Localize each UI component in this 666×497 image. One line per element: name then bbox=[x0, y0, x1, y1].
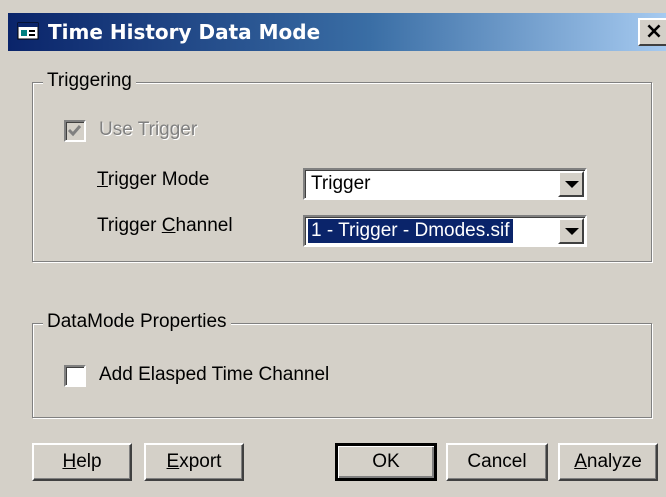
trigger-channel-label-post: hannel bbox=[175, 215, 233, 236]
chevron-down-icon bbox=[565, 228, 579, 235]
trigger-mode-label-text: rigger Mode bbox=[107, 169, 210, 190]
trigger-channel-mnemonic: C bbox=[161, 215, 176, 236]
add-elapsed-time-checkbox[interactable] bbox=[64, 365, 86, 387]
trigger-channel-label: Trigger Channel bbox=[97, 215, 233, 237]
cancel-button[interactable]: Cancel bbox=[446, 443, 548, 481]
help-mnemonic: H bbox=[62, 451, 77, 472]
trigger-mode-value: Trigger bbox=[311, 173, 371, 194]
trigger-channel-select[interactable]: 1 - Trigger - Dmodes.sif bbox=[303, 215, 587, 247]
add-elapsed-time-label: Add Elasped Time Channel bbox=[99, 364, 330, 385]
trigger-mode-mnemonic: T bbox=[97, 169, 108, 190]
analyze-label: nalyze bbox=[586, 451, 642, 472]
analyze-mnemonic: A bbox=[574, 451, 587, 472]
close-icon: × bbox=[644, 19, 664, 44]
trigger-mode-select[interactable]: Trigger bbox=[303, 168, 587, 200]
triggering-legend: Triggering bbox=[43, 70, 136, 92]
help-button[interactable]: Help bbox=[32, 443, 132, 481]
ok-label: OK bbox=[372, 451, 400, 472]
export-mnemonic: E bbox=[166, 451, 180, 472]
use-trigger-label: Use Trigger bbox=[99, 119, 198, 140]
export-label: xport bbox=[179, 451, 222, 472]
checkmark-icon bbox=[67, 125, 82, 137]
use-trigger-checkbox[interactable] bbox=[64, 120, 86, 142]
analyze-button[interactable]: Analyze bbox=[558, 443, 658, 481]
ok-button[interactable]: OK bbox=[335, 443, 437, 481]
trigger-mode-label: Trigger Mode bbox=[97, 169, 209, 191]
window-app-icon bbox=[16, 20, 42, 44]
help-label: elp bbox=[76, 451, 102, 472]
cancel-label: Cancel bbox=[467, 451, 527, 472]
dialog-window: Time History Data Mode × Triggering Use … bbox=[0, 0, 666, 497]
chevron-down-icon bbox=[565, 181, 579, 188]
close-button[interactable]: × bbox=[638, 18, 666, 46]
trigger-mode-dropdown-button[interactable] bbox=[558, 171, 584, 197]
datamode-legend: DataMode Properties bbox=[43, 311, 231, 333]
window-title: Time History Data Mode bbox=[48, 20, 321, 44]
title-bar[interactable]: Time History Data Mode × bbox=[8, 13, 666, 51]
export-button[interactable]: Export bbox=[144, 443, 244, 481]
trigger-channel-value: 1 - Trigger - Dmodes.sif bbox=[307, 218, 514, 244]
trigger-channel-label-pre: Trigger bbox=[97, 215, 162, 236]
trigger-channel-dropdown-button[interactable] bbox=[558, 218, 584, 244]
